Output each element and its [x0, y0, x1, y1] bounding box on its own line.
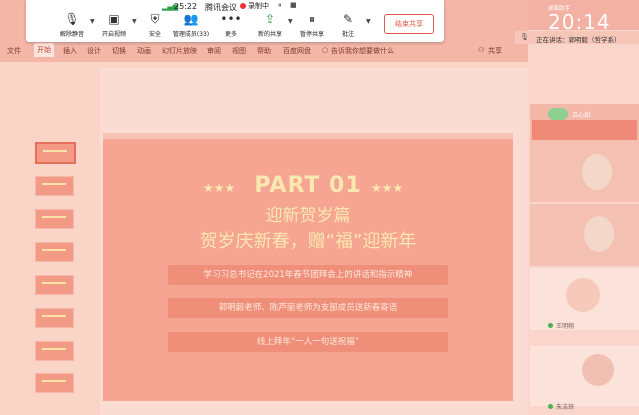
participant-name: 吕心如: [572, 112, 591, 119]
end-share-button[interactable]: 结束共享: [384, 14, 434, 34]
new-share-label: 新的共享: [257, 31, 282, 38]
speaker-icon: 🎙: [520, 33, 529, 41]
chevron-down-icon[interactable]: ▼: [366, 18, 371, 25]
menu-animations[interactable]: 动画: [137, 46, 151, 56]
pause-icon: ⏸: [308, 12, 315, 26]
chevron-down-icon[interactable]: ▼: [288, 18, 293, 25]
current-speaker: 正在讲话：郭明毅（哲学系）: [536, 36, 621, 44]
menu-help[interactable]: 帮助: [257, 46, 271, 56]
stop-recording-icon[interactable]: ■: [290, 1, 297, 9]
new-share-button[interactable]: ⇪ 新的共享: [252, 12, 288, 38]
slide-subtitle: 迎新贺岁篇: [265, 206, 351, 226]
slide-part-title: PART 01: [254, 173, 362, 198]
recording-dot-icon: [240, 3, 246, 9]
more-icon: •••: [220, 12, 242, 26]
unmute-button[interactable]: 🎙 解除静音: [54, 12, 90, 38]
annotate-label: 批注: [341, 31, 354, 38]
manage-members-button[interactable]: 👥 管理成员(33): [172, 12, 210, 38]
more-label: 更多: [224, 31, 237, 38]
mic-icon: [548, 404, 553, 409]
video-off-icon: ▣: [108, 12, 120, 26]
menu-transitions[interactable]: 切换: [112, 46, 126, 56]
menu-view[interactable]: 视图: [232, 46, 246, 56]
participant-name: 朱洁琼: [556, 404, 575, 411]
pause-share-label: 暂停共享: [299, 31, 324, 38]
participant-tile[interactable]: [530, 346, 639, 406]
slide-item-band: 学习习总书记在2021年春节团拜会上的讲话和指示精神: [168, 265, 448, 285]
speaking-chip: [548, 108, 568, 120]
slide-thumbnail[interactable]: [35, 242, 74, 262]
chevron-down-icon[interactable]: ▼: [132, 18, 137, 25]
slide-thumbnail[interactable]: [35, 308, 74, 328]
lightbulb-icon: ○: [322, 46, 329, 54]
participant-tile[interactable]: [530, 204, 639, 266]
manage-members-label: 管理成员(33): [172, 31, 210, 38]
menu-home[interactable]: 开始: [34, 43, 54, 57]
slide-main-title: 贺岁庆新春，赠“福”迎新年: [199, 231, 417, 252]
slide-item-band: 郭明毅老师、陈芦丽老师为支部成员送新春寄语: [168, 298, 448, 318]
share-button[interactable]: 共享: [488, 46, 502, 56]
slide-thumbnail[interactable]: [35, 142, 76, 164]
start-video-button[interactable]: ▣ 开启视频: [96, 12, 132, 38]
participant-video: [582, 154, 612, 190]
slide-item-text: 郭明毅老师、陈芦丽老师为支部成员送新春寄语: [218, 303, 398, 313]
annotate-button[interactable]: ✎ 批注: [330, 12, 366, 38]
slide-canvas[interactable]: ★★★ ★★★ PART 01 迎新贺岁篇 贺岁庆新春，赠“福”迎新年 学习习总…: [103, 133, 513, 401]
unmute-label: 解除静音: [59, 31, 84, 38]
shield-icon: ⛨: [150, 12, 160, 26]
share-icon: ⇪: [264, 12, 276, 26]
meeting-duration: 25:22: [174, 2, 198, 11]
members-icon: 👥: [183, 12, 199, 26]
meeting-toolbar: ▂▄▆ 25:22 腾讯会议 录制中 ⏸ ■ 🎙 解除静音 ▼ ▣ 开启视频 ▼…: [26, 0, 444, 42]
mic-muted-icon: 🎙: [64, 12, 80, 26]
participant-video: [584, 216, 614, 252]
slide-item-text: 学习习总书记在2021年春节团拜会上的讲话和指示精神: [203, 270, 413, 280]
annotate-icon: ✎: [342, 12, 354, 26]
more-button[interactable]: ••• 更多: [213, 12, 249, 38]
menu-review[interactable]: 审阅: [207, 46, 221, 56]
slide-thumbnail[interactable]: [35, 275, 74, 295]
menu-baidu-netdisk[interactable]: 百度网盘: [283, 46, 311, 56]
pause-share-button[interactable]: ⏸ 暂停共享: [294, 12, 330, 38]
share-user-icon: ⚇: [478, 46, 485, 54]
menu-slideshow[interactable]: 幻灯片放映: [162, 46, 197, 56]
start-video-label: 开启视频: [101, 31, 126, 38]
slide-item-band: 线上拜年“一人一句送祝福”: [168, 332, 448, 352]
recording-status: 录制中: [248, 2, 269, 10]
participant-tile[interactable]: [530, 140, 639, 202]
chevron-down-icon[interactable]: ▼: [90, 18, 95, 25]
participant-avatar: [566, 278, 600, 312]
participant-name: 王明翔: [556, 323, 575, 330]
security-button[interactable]: ⛨ 安全: [137, 12, 173, 38]
participant-tile[interactable]: [530, 268, 639, 330]
slide-thumbnail[interactable]: [35, 373, 74, 393]
slide-item-text: 线上拜年“一人一句送祝福”: [256, 337, 360, 347]
menu-design[interactable]: 设计: [87, 46, 101, 56]
slide-thumbnail[interactable]: [35, 209, 74, 229]
participant-avatar: [582, 354, 614, 386]
mic-icon: [548, 323, 553, 328]
slide-thumbnail[interactable]: [35, 176, 74, 196]
pause-recording-icon[interactable]: ⏸: [278, 1, 282, 10]
slide-thumbnail[interactable]: [35, 341, 74, 361]
menu-file[interactable]: 文件: [7, 46, 21, 56]
menu-insert[interactable]: 插入: [63, 46, 77, 56]
tell-me-search[interactable]: 告诉我你想要做什么: [331, 46, 394, 56]
security-label: 安全: [148, 31, 161, 38]
